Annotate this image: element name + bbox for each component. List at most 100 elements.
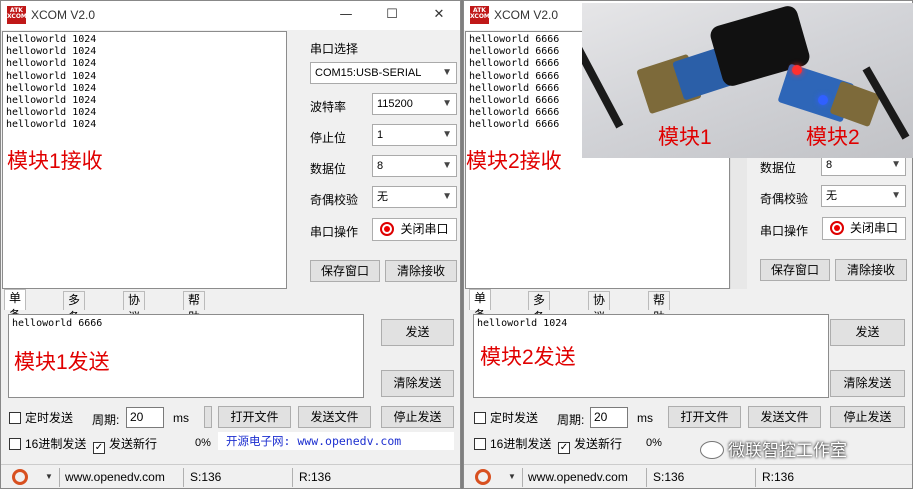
timed-send-label: 定时发送 <box>490 411 539 425</box>
send-button[interactable]: 发送 <box>830 319 905 346</box>
period-label: 周期: <box>92 413 120 427</box>
tab-single-send[interactable]: 单条发送 <box>4 289 27 356</box>
checkbox-icon <box>9 438 21 450</box>
gear-icon[interactable] <box>475 469 491 485</box>
status-sent-count: S:136 <box>653 470 685 484</box>
clear-receive-button[interactable]: 清除接收 <box>385 260 457 282</box>
window-title: XCOM V2.0 <box>31 8 96 22</box>
databit-value: 8 <box>377 160 384 172</box>
stop-send-button[interactable]: 停止发送 <box>381 406 454 428</box>
gear-icon[interactable] <box>12 469 28 485</box>
hardware-photo: 模块1 模块2 <box>582 3 913 158</box>
parity-select[interactable]: 无 ▼ <box>821 185 906 207</box>
status-bar: ▼ www.openedv.com S:136 R:136 <box>464 464 912 488</box>
send-text: helloworld 1024 <box>477 318 568 329</box>
status-recv-count: R:136 <box>299 470 332 484</box>
label-module1: 模块1 <box>658 126 712 149</box>
status-url[interactable]: www.openedv.com <box>528 469 628 485</box>
timed-send-checkbox[interactable]: 定时发送 <box>474 409 538 426</box>
tab-protocol[interactable]: 协议传输 <box>588 291 611 358</box>
checkbox-icon <box>474 438 486 450</box>
hex-send-checkbox[interactable]: 16进制发送 <box>474 435 551 452</box>
send-newline-checkbox[interactable]: ✓ 发送新行 <box>93 435 157 454</box>
parity-label: 奇偶校验 <box>760 192 809 206</box>
clear-send-button[interactable]: 清除发送 <box>381 370 454 397</box>
chevron-down-icon: ▼ <box>442 160 452 171</box>
parity-value: 无 <box>377 191 388 203</box>
parity-select[interactable]: 无 ▼ <box>372 186 457 208</box>
period-input[interactable]: 20 <box>590 407 628 428</box>
progress-percent: 0% <box>646 437 662 449</box>
led-red <box>792 65 802 75</box>
timed-send-checkbox[interactable]: 定时发送 <box>9 409 73 426</box>
tab-help[interactable]: 帮助 <box>183 291 206 324</box>
period-spin[interactable] <box>204 406 212 428</box>
annotation-module1-send: 模块1发送 <box>14 351 110 374</box>
send-file-button[interactable]: 发送文件 <box>298 406 371 428</box>
period-unit: ms <box>637 411 653 425</box>
open-file-button[interactable]: 打开文件 <box>668 406 741 428</box>
antenna-left <box>582 27 624 129</box>
tab-help[interactable]: 帮助 <box>648 291 671 324</box>
hex-send-label: 16进制发送 <box>25 437 87 451</box>
recv-line: helloworld 1024 <box>6 70 97 82</box>
xcom-window-left: ATK XCOM XCOM V2.0 — ☐ ✕ helloworld 1024… <box>0 0 461 489</box>
clear-send-button[interactable]: 清除发送 <box>830 370 905 397</box>
chevron-down-icon: ▼ <box>442 129 452 140</box>
port-select[interactable]: COM15:USB-SERIAL ▼ <box>310 62 457 84</box>
annotation-module1-receive: 模块1接收 <box>7 150 103 173</box>
status-url[interactable]: www.openedv.com <box>65 469 165 485</box>
clear-receive-button[interactable]: 清除接收 <box>835 259 907 281</box>
window-title: XCOM V2.0 <box>494 8 559 22</box>
tab-single-send[interactable]: 单条发送 <box>469 289 492 356</box>
tab-multi-send[interactable]: 多条发送 <box>528 291 551 358</box>
close-port-button[interactable]: 关闭串口 <box>822 217 906 240</box>
baud-select[interactable]: 115200 ▼ <box>372 93 457 115</box>
chevron-down-icon: ▼ <box>891 190 901 201</box>
minimize-button[interactable]: — <box>331 4 361 26</box>
atk-logo-icon: ATK XCOM <box>470 6 490 24</box>
save-window-button[interactable]: 保存窗口 <box>760 259 830 281</box>
send-text: helloworld 6666 <box>12 318 103 329</box>
open-file-button[interactable]: 打开文件 <box>218 406 291 428</box>
recv-line: helloworld 1024 <box>6 119 97 131</box>
chevron-down-icon[interactable]: ▼ <box>508 472 516 481</box>
tab-multi-send[interactable]: 多条发送 <box>63 291 86 358</box>
timed-send-label: 定时发送 <box>25 411 74 425</box>
recv-line: helloworld 1024 <box>6 82 97 94</box>
send-newline-checkbox[interactable]: ✓ 发送新行 <box>558 435 622 454</box>
port-select-label: 串口选择 <box>310 42 359 56</box>
label-module2: 模块2 <box>806 126 860 149</box>
close-button[interactable]: ✕ <box>424 4 454 26</box>
tab-protocol[interactable]: 协议传输 <box>123 291 146 358</box>
led-blue <box>818 95 828 105</box>
maximize-button[interactable]: ☐ <box>377 4 407 26</box>
send-button[interactable]: 发送 <box>381 319 454 346</box>
status-bar: ▼ www.openedv.com S:136 R:136 <box>1 464 460 488</box>
send-newline-label: 发送新行 <box>109 437 158 451</box>
send-file-button[interactable]: 发送文件 <box>748 406 821 428</box>
period-input[interactable]: 20 <box>126 407 164 428</box>
title-bar[interactable]: ATK XCOM XCOM V2.0 — ☐ ✕ <box>1 1 460 30</box>
promo-link[interactable]: 开源电子网: www.openedv.com <box>218 432 454 450</box>
stopbit-select[interactable]: 1 ▼ <box>372 124 457 146</box>
parity-value: 无 <box>826 190 837 202</box>
hex-send-checkbox[interactable]: 16进制发送 <box>9 435 86 452</box>
watermark: 微联智控工作室 <box>700 436 910 466</box>
parity-label: 奇偶校验 <box>310 193 359 207</box>
stop-send-button[interactable]: 停止发送 <box>830 406 905 428</box>
baud-value: 115200 <box>377 98 413 110</box>
period-label: 周期: <box>557 413 585 427</box>
recv-line: helloworld 1024 <box>6 95 97 107</box>
baud-label: 波特率 <box>310 100 347 114</box>
databit-select[interactable]: 8 ▼ <box>372 155 457 177</box>
save-window-button[interactable]: 保存窗口 <box>310 260 380 282</box>
databit-value: 8 <box>826 159 833 171</box>
recv-line: helloworld 1024 <box>6 107 97 119</box>
close-port-label: 关闭串口 <box>400 222 449 236</box>
chevron-down-icon[interactable]: ▼ <box>45 472 53 481</box>
annotation-module2-receive: 模块2接收 <box>466 150 562 173</box>
led-icon <box>829 221 844 235</box>
watermark-text: 微联智控工作室 <box>728 441 847 460</box>
close-port-button[interactable]: 关闭串口 <box>372 218 457 241</box>
